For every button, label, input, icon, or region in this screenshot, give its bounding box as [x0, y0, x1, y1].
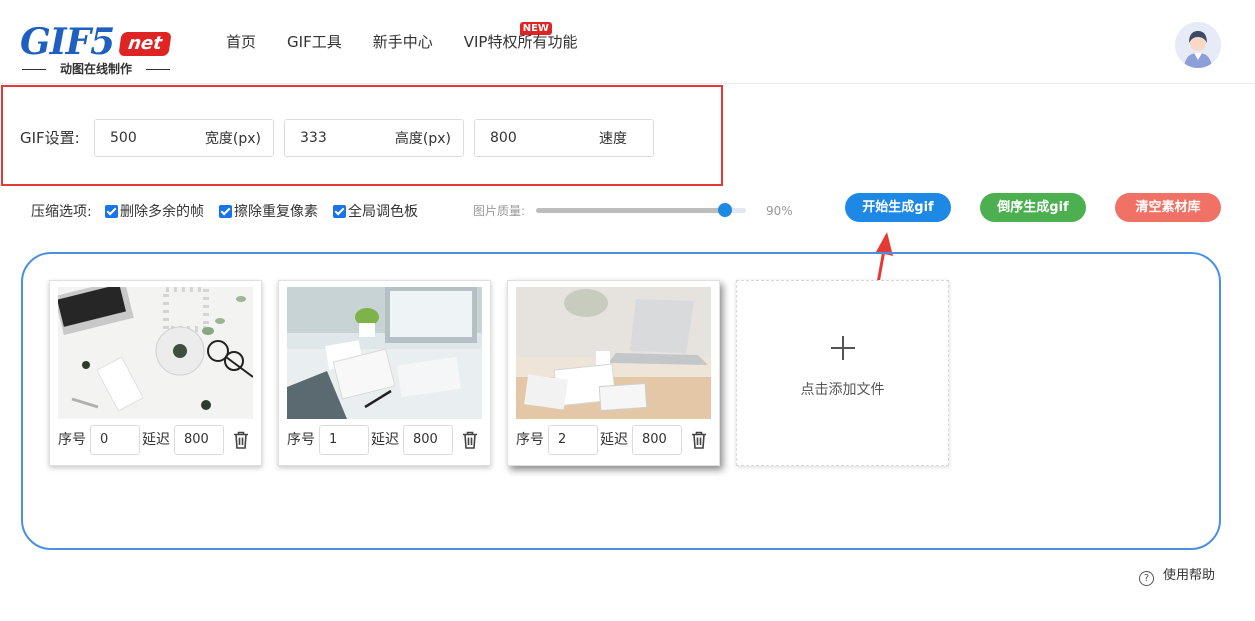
frame-thumbnail: [287, 287, 482, 419]
option-erase-pixels-label: 擦除重复像素: [234, 204, 318, 220]
option-remove-frames[interactable]: 删除多余的帧: [105, 202, 204, 222]
plus-icon: [831, 336, 855, 360]
frame-controls: 序号 0 延迟 800: [58, 425, 258, 455]
nav-vip-label: VIP特权: [463, 33, 518, 51]
width-field[interactable]: 500 宽度(px): [94, 119, 274, 157]
delay-label: 延迟: [371, 432, 399, 448]
site-logo[interactable]: GIF5 net 动图在线制作: [20, 22, 172, 78]
gif-settings-label: GIF设置:: [20, 129, 80, 147]
quality-slider-fill: [536, 208, 725, 213]
help-label: 使用帮助: [1163, 568, 1216, 583]
add-file-label: 点击添加文件: [800, 382, 885, 398]
frame-card[interactable]: 序号 2 延迟 800: [507, 280, 720, 466]
frame-card[interactable]: 序号 0 延迟 800: [49, 280, 262, 466]
compression-label: 压缩选项:: [31, 204, 92, 220]
speed-unit: 速度: [599, 131, 627, 147]
height-value: 333: [300, 130, 327, 146]
order-input[interactable]: 0: [90, 425, 140, 455]
delay-label: 延迟: [600, 432, 628, 448]
delay-input[interactable]: 800: [403, 425, 453, 455]
frame-thumbnail: [58, 287, 253, 419]
top-header: GIF5 net 动图在线制作 首页 GIF工具 新手中心 VIP特权 NEW …: [0, 0, 1255, 84]
option-erase-pixels[interactable]: 擦除重复像素: [219, 202, 318, 222]
nav-vip[interactable]: VIP特权 NEW: [463, 22, 552, 54]
quality-label: 图片质量:: [473, 204, 526, 218]
width-unit: 宽度(px): [204, 131, 261, 147]
speed-value: 800: [490, 130, 517, 146]
main-nav: 首页 GIF工具 新手中心 VIP特权 NEW 所有功能: [226, 22, 608, 54]
nav-all-features[interactable]: 所有功能: [517, 30, 577, 54]
checkbox-checked-icon[interactable]: [219, 205, 232, 218]
height-field[interactable]: 333 高度(px): [284, 119, 464, 157]
quality-value: 90%: [766, 204, 793, 218]
option-global-palette[interactable]: 全局调色板: [333, 202, 418, 222]
quality-slider[interactable]: [536, 203, 746, 217]
option-global-palette-label: 全局调色板: [348, 204, 418, 220]
order-label: 序号: [516, 432, 544, 448]
avatar-icon: [1175, 22, 1221, 68]
trash-icon[interactable]: [691, 431, 707, 449]
user-avatar[interactable]: [1175, 22, 1221, 68]
start-generate-button[interactable]: 开始生成gif: [845, 193, 951, 222]
nav-beginner-center[interactable]: 新手中心: [373, 30, 433, 54]
nav-gif-tools[interactable]: GIF工具: [287, 30, 342, 54]
frame-controls: 序号 2 延迟 800: [516, 425, 716, 455]
help-link[interactable]: ? 使用帮助: [1139, 566, 1215, 586]
delay-input[interactable]: 800: [174, 425, 224, 455]
nav-home[interactable]: 首页: [226, 30, 256, 54]
delay-input[interactable]: 800: [632, 425, 682, 455]
order-input[interactable]: 2: [548, 425, 598, 455]
option-remove-frames-label: 删除多余的帧: [120, 204, 204, 220]
trash-icon[interactable]: [462, 431, 478, 449]
order-label: 序号: [287, 432, 315, 448]
trash-icon[interactable]: [233, 431, 249, 449]
reverse-generate-button[interactable]: 倒序生成gif: [980, 193, 1086, 222]
checkbox-checked-icon[interactable]: [105, 205, 118, 218]
height-unit: 高度(px): [394, 131, 451, 147]
order-label: 序号: [58, 432, 86, 448]
add-file-card[interactable]: 点击添加文件: [736, 280, 949, 466]
frame-thumbnail: [516, 287, 711, 419]
clear-library-button[interactable]: 清空素材库: [1115, 193, 1221, 222]
frame-controls: 序号 1 延迟 800: [287, 425, 487, 455]
width-value: 500: [110, 130, 137, 146]
logo-suffix: net: [118, 32, 172, 56]
speed-field[interactable]: 800 速度: [474, 119, 654, 157]
logo-text: GIF5: [20, 21, 115, 63]
question-circle-icon: ?: [1139, 571, 1154, 586]
order-input[interactable]: 1: [319, 425, 369, 455]
delay-label: 延迟: [142, 432, 170, 448]
logo-tagline: 动图在线制作: [20, 62, 172, 76]
quality-slider-handle[interactable]: [718, 203, 732, 217]
frame-card[interactable]: 序号 1 延迟 800: [278, 280, 491, 466]
checkbox-checked-icon[interactable]: [333, 205, 346, 218]
